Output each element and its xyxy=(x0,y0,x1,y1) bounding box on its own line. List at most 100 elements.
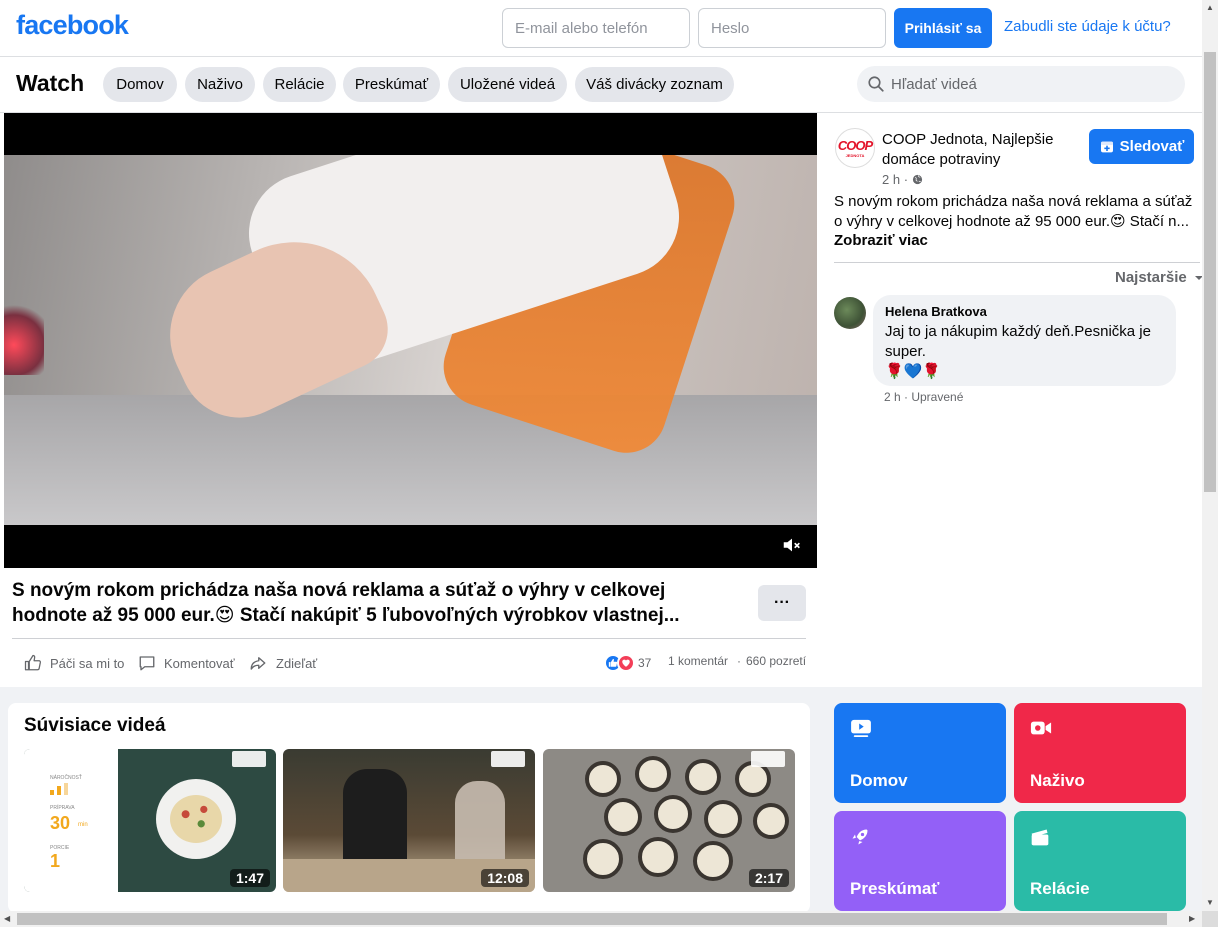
tile-explore[interactable]: Preskúmať xyxy=(834,811,1006,911)
recipe-label-prep: PRÍPRAVA xyxy=(50,805,75,811)
search-placeholder: Hľadať videá xyxy=(891,75,977,93)
clapperboard-icon xyxy=(1031,829,1049,846)
tile-home[interactable]: Domov xyxy=(834,703,1006,803)
vertical-scroll-thumb[interactable] xyxy=(1204,52,1216,492)
facebook-logo[interactable]: facebook xyxy=(16,10,129,41)
duration-badge: 1:47 xyxy=(229,869,270,887)
top-bar: facebook E-mail alebo telefón Heslo Prih… xyxy=(0,0,1202,57)
like-label: Páči sa mi to xyxy=(50,655,125,671)
comment-label: Komentovať xyxy=(164,655,235,671)
follow-icon xyxy=(1100,141,1113,152)
prep-time: 30 xyxy=(50,813,71,833)
scroll-down-arrow[interactable]: ▼ xyxy=(1206,898,1214,907)
video-title: S novým rokom prichádza naša nová reklam… xyxy=(12,580,680,626)
forgot-account-link[interactable]: Zabudli ste údaje k účtu? xyxy=(1004,18,1171,35)
pasta xyxy=(170,795,222,843)
globe-icon xyxy=(912,174,922,185)
scrollbar-corner xyxy=(1202,911,1218,927)
portions-count: 1 xyxy=(50,851,61,871)
commenter-avatar[interactable] xyxy=(834,297,866,329)
comment-bubble: Helena Bratkova Jaj to ja nákupim každý … xyxy=(873,295,1176,386)
plate xyxy=(156,779,236,859)
comment-text: Jaj to ja nákupim každý deň.Pesnička je … xyxy=(885,323,1151,360)
tab-shows[interactable]: Relácie xyxy=(263,67,336,102)
recipe-card: NÁROČNOSŤ PRÍPRAVA 30 min PORCIE 1 xyxy=(24,749,118,892)
divider xyxy=(834,262,1200,263)
video-frame-counter xyxy=(4,395,817,525)
coop-badge xyxy=(491,751,525,767)
share-label: Zdieľať xyxy=(276,655,318,671)
tab-watchlist[interactable]: Váš divácky zoznam xyxy=(575,67,734,102)
scroll-left-arrow[interactable]: ◀ xyxy=(4,914,10,923)
reaction-summary[interactable]: 37 xyxy=(604,654,651,672)
comment-icon xyxy=(139,656,155,671)
related-video-thumb-1[interactable]: NÁROČNOSŤ PRÍPRAVA 30 min PORCIE 1 1:47 xyxy=(24,749,276,892)
post-time-sep: · xyxy=(903,172,909,187)
tab-saved-videos[interactable]: Uložené videá xyxy=(448,67,567,102)
tile-home-label: Domov xyxy=(850,771,908,790)
horizontal-scroll-thumb[interactable] xyxy=(17,913,1167,925)
chef xyxy=(343,769,407,869)
tile-shows[interactable]: Relácie xyxy=(1014,811,1186,911)
scroll-right-arrow[interactable]: ▶ xyxy=(1189,914,1195,923)
tile-live[interactable]: Naživo xyxy=(1014,703,1186,803)
views-count: 660 pozretí xyxy=(746,654,807,668)
page-avatar[interactable]: COOP JEDNOTA xyxy=(835,128,875,168)
share-button[interactable]: Zdieľať xyxy=(248,652,317,674)
avatar-logo-text: COOP xyxy=(837,138,873,153)
follow-label: Sledovať xyxy=(1119,138,1185,155)
mute-icon[interactable] xyxy=(781,534,803,556)
comment-meta: 2 h · Upravené xyxy=(884,390,964,404)
scroll-up-arrow[interactable]: ▲ xyxy=(1206,3,1214,12)
avatar-logo-sub: JEDNOTA xyxy=(845,153,865,158)
video-player[interactable] xyxy=(4,113,817,568)
watch-title[interactable]: Watch xyxy=(16,70,84,97)
follow-button[interactable]: Sledovať xyxy=(1089,129,1194,164)
live-camera-icon xyxy=(1030,721,1052,735)
comment-author[interactable]: Helena Bratkova xyxy=(885,304,1164,319)
see-more-link[interactable]: Zobraziť viac xyxy=(834,232,928,249)
love-reaction-icon xyxy=(617,654,635,672)
related-video-thumb-3[interactable]: 2:17 xyxy=(543,749,795,892)
related-title: Súvisiace videá xyxy=(24,715,166,736)
email-field[interactable]: E-mail alebo telefón xyxy=(502,8,690,48)
page-name-link[interactable]: COOP Jednota, Najlepšie domáce potraviny xyxy=(882,130,1082,170)
tile-explore-label: Preskúmať xyxy=(850,879,940,898)
stat-separator: · xyxy=(737,654,741,668)
post-time[interactable]: 2 h xyxy=(882,172,900,187)
reaction-count: 37 xyxy=(638,656,652,670)
thumbs-up-icon xyxy=(24,654,42,671)
video-frame xyxy=(4,155,817,525)
related-video-thumb-2[interactable]: 12:08 xyxy=(283,749,535,892)
tile-live-label: Naživo xyxy=(1030,771,1085,790)
divider xyxy=(12,638,806,639)
prep-unit: min xyxy=(78,822,88,828)
like-button[interactable]: Páči sa mi to xyxy=(24,652,124,674)
comment-button[interactable]: Komentovať xyxy=(138,652,235,674)
sort-label: Najstaršie xyxy=(1115,269,1187,286)
duration-badge: 2:17 xyxy=(748,869,789,887)
comment-emojis: 🌹💙🌹 xyxy=(885,363,942,380)
more-options-button[interactable]: ··· xyxy=(758,585,806,621)
watch-nav: Watch Domov Naživo Relácie Preskúmať Ulo… xyxy=(0,57,1202,113)
post-text: S novým rokom prichádza naša nová reklam… xyxy=(834,193,1193,230)
difficulty-bars xyxy=(50,783,78,795)
recipe-label-difficulty: NÁROČNOSŤ xyxy=(50,775,82,781)
comment-sort-dropdown[interactable]: Najstaršie xyxy=(1115,269,1207,286)
search-videos-input[interactable]: Hľadať videá xyxy=(857,66,1185,102)
tab-live[interactable]: Naživo xyxy=(185,67,255,102)
share-icon xyxy=(250,657,266,670)
watch-video-icon xyxy=(851,719,871,737)
video-frame-light xyxy=(4,305,44,375)
tab-home[interactable]: Domov xyxy=(103,67,177,102)
tile-shows-label: Relácie xyxy=(1030,879,1090,898)
duration-badge: 12:08 xyxy=(481,869,529,887)
post-meta: 2 h · xyxy=(882,172,923,187)
login-button[interactable]: Prihlásiť sa xyxy=(894,8,992,48)
comments-count[interactable]: 1 komentár xyxy=(668,654,728,668)
tab-explore[interactable]: Preskúmať xyxy=(343,67,440,102)
rocket-icon xyxy=(852,829,868,845)
coop-badge xyxy=(232,751,266,767)
password-field[interactable]: Heslo xyxy=(698,8,886,48)
related-videos: Súvisiace videá NÁROČNOSŤ PRÍPRAVA 30 mi… xyxy=(8,703,810,913)
